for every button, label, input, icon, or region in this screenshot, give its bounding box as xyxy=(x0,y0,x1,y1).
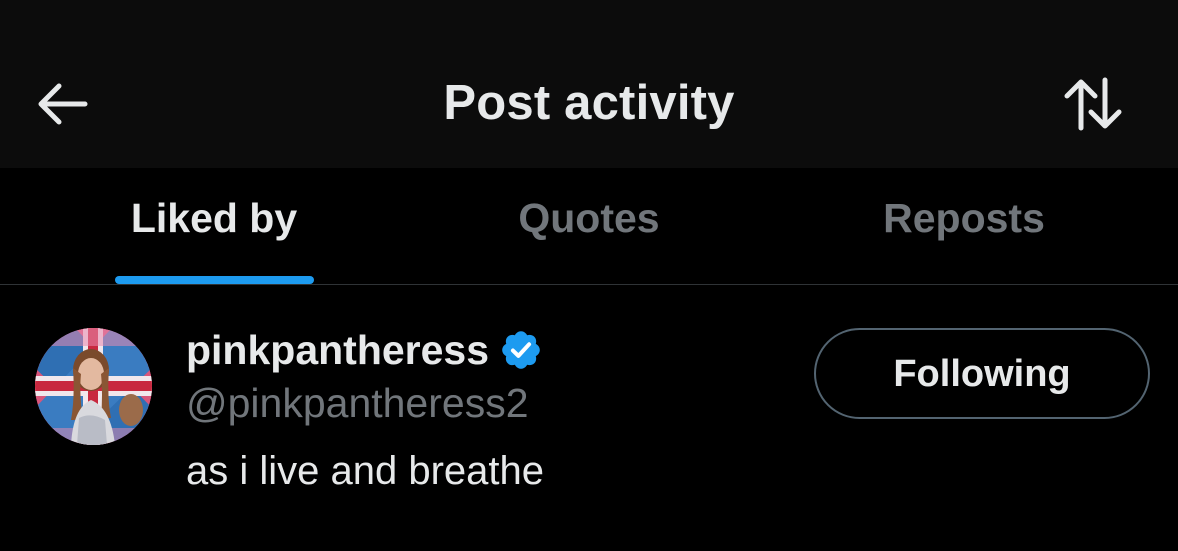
tab-label: Reposts xyxy=(883,195,1045,241)
following-button-label: Following xyxy=(893,352,1071,395)
user-list-item[interactable]: pinkpantheress @pinkpantheress2 as i liv… xyxy=(0,285,1178,551)
avatar-image xyxy=(35,328,152,445)
sort-arrows-icon xyxy=(1064,77,1122,131)
top-bar: Post activity xyxy=(0,0,1178,168)
page-title: Post activity xyxy=(443,76,735,130)
verified-badge-icon xyxy=(502,331,540,369)
avatar[interactable] xyxy=(35,328,152,445)
tab-quotes[interactable]: Quotes xyxy=(393,168,785,284)
post-activity-screen: Post activity Liked by Quotes Reposts pi… xyxy=(0,0,1178,551)
active-tab-indicator xyxy=(115,276,314,284)
display-name-row: pinkpantheress xyxy=(186,325,543,375)
user-handle: @pinkpantheress2 xyxy=(186,380,529,426)
tab-reposts[interactable]: Reposts xyxy=(768,168,1160,284)
user-bio: as i live and breathe xyxy=(186,449,545,493)
following-button[interactable]: Following xyxy=(814,328,1150,419)
tab-label: Quotes xyxy=(518,195,660,241)
display-name[interactable]: pinkpantheress xyxy=(186,325,489,375)
activity-tabs: Liked by Quotes Reposts xyxy=(0,168,1178,285)
sort-button[interactable] xyxy=(1054,68,1134,140)
tab-liked-by[interactable]: Liked by xyxy=(18,168,410,284)
tab-label: Liked by xyxy=(130,195,298,241)
